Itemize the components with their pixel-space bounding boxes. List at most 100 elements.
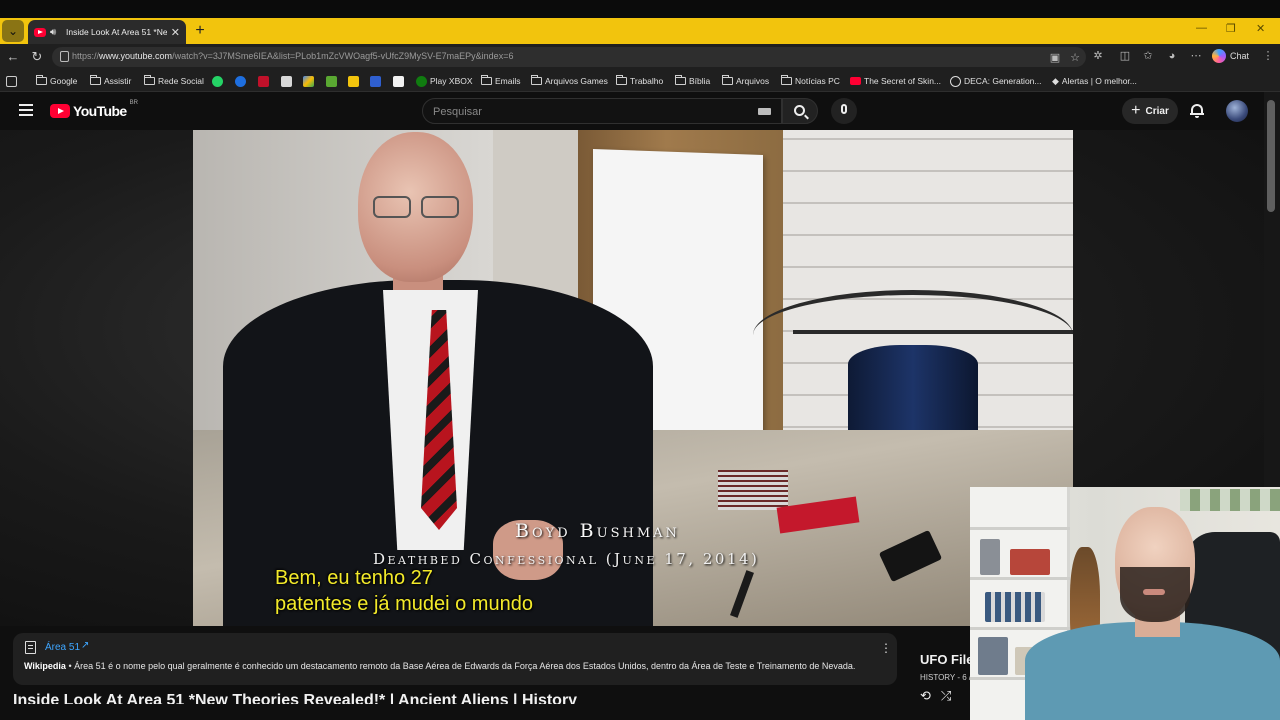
youtube-logo[interactable]: YouTube BR bbox=[50, 100, 138, 119]
black-app-icon[interactable] bbox=[393, 74, 404, 88]
folder-icon bbox=[481, 75, 492, 85]
red-app-icon[interactable] bbox=[258, 74, 269, 88]
plus-icon: + bbox=[1131, 102, 1141, 119]
caption-line-2: patentes e já mudei o mundo bbox=[275, 593, 533, 615]
search-icon bbox=[794, 105, 805, 116]
search-input[interactable] bbox=[433, 105, 753, 119]
region-code: BR bbox=[129, 100, 138, 106]
window-close-icon[interactable]: ✕ bbox=[1256, 22, 1265, 35]
address-bar: ← ↻ https://www.youtube.com/watch?v=3J7M… bbox=[0, 44, 1280, 70]
video-title: Inside Look At Area 51 *New Theories Rev… bbox=[13, 692, 578, 704]
search-button[interactable] bbox=[782, 98, 818, 124]
tab-search-button[interactable]: ⌄ bbox=[2, 20, 24, 42]
bookmark-noticias-pc[interactable]: Notícias PC bbox=[781, 74, 840, 88]
split-screen-icon[interactable]: ◫ bbox=[1117, 48, 1133, 64]
info-panel-text: Wikipedia • Área 51 é o nome pelo qual g… bbox=[24, 661, 856, 671]
avatar[interactable] bbox=[1226, 100, 1248, 122]
search-box bbox=[422, 98, 782, 124]
speaker-icon[interactable]: 🔊︎ bbox=[50, 27, 62, 38]
bookmark-trabalho[interactable]: Trabalho bbox=[616, 74, 663, 88]
extensions-icon[interactable]: ✲ bbox=[1090, 48, 1106, 64]
favorite-star-icon[interactable]: ☆ bbox=[1068, 51, 1082, 65]
bookmark-assistir[interactable]: Assistir bbox=[90, 74, 131, 88]
yellow-app-icon[interactable] bbox=[348, 74, 359, 88]
bookmark-secret-of-skin[interactable]: The Secret of Skin... bbox=[850, 74, 941, 88]
youtube-play-icon bbox=[50, 104, 70, 118]
menu-icon[interactable] bbox=[19, 104, 33, 116]
blue-app-icon[interactable] bbox=[370, 74, 381, 88]
loop-icon[interactable]: ⟲ bbox=[920, 688, 941, 703]
folder-icon bbox=[781, 75, 792, 85]
new-tab-button[interactable]: + bbox=[190, 21, 210, 41]
favorites-icon[interactable]: ✩ bbox=[1140, 48, 1156, 64]
bookmark-biblia[interactable]: Bíblia bbox=[675, 74, 710, 88]
bookmark-play-xbox[interactable]: Play XBOX bbox=[416, 74, 473, 88]
xbox-icon bbox=[416, 75, 427, 87]
os-top-bar bbox=[0, 0, 1280, 18]
video-lower-third-name: Boyd Bushman bbox=[515, 520, 680, 542]
whatsapp-icon[interactable] bbox=[212, 74, 223, 88]
folder-icon bbox=[531, 75, 542, 85]
webcam-overlay bbox=[970, 487, 1280, 720]
caption-line-1: Bem, eu tenho 27 bbox=[275, 567, 433, 589]
playlist-title[interactable]: UFO File bbox=[920, 652, 973, 667]
restore-icon[interactable]: ❐ bbox=[1226, 22, 1236, 35]
folder-icon bbox=[90, 75, 101, 85]
bookmark-deca[interactable]: DECA: Generation... bbox=[950, 74, 1041, 88]
bookmark-rede-social[interactable]: Rede Social bbox=[144, 74, 204, 88]
video-player[interactable]: Boyd Bushman Deathbed Confessional (June… bbox=[193, 130, 1073, 626]
video-captions: Bem, eu tenho 27 patentes e já mudei o m… bbox=[275, 565, 533, 617]
scrollbar-thumb[interactable] bbox=[1267, 100, 1275, 212]
green-app-icon[interactable] bbox=[326, 74, 337, 88]
create-label: Criar bbox=[1145, 105, 1169, 117]
folder-icon bbox=[675, 75, 686, 85]
close-tab-icon[interactable]: ✕ bbox=[171, 26, 180, 39]
info-panel: Área 51 ↗ Wikipedia • Área 51 é o nome p… bbox=[13, 633, 897, 685]
sidebar-more-icon[interactable]: ⋮ bbox=[1260, 48, 1276, 64]
youtube-icon bbox=[850, 77, 861, 85]
url-text: https://www.youtube.com/watch?v=3J7MSme6… bbox=[72, 51, 514, 61]
tab-title: Inside Look At Area 51 *New bbox=[66, 27, 167, 37]
url-field[interactable]: https://www.youtube.com/watch?v=3J7MSme6… bbox=[52, 47, 1086, 67]
tab-active[interactable]: 🔊︎ Inside Look At Area 51 *New ✕ bbox=[28, 20, 186, 44]
app-install-icon[interactable]: ▣ bbox=[1048, 51, 1062, 65]
grey-app-icon[interactable] bbox=[281, 74, 292, 88]
bookmark-alertas[interactable]: ◆ Alertas | O melhor... bbox=[1052, 74, 1137, 88]
info-panel-title[interactable]: Área 51 bbox=[45, 642, 80, 653]
globe-icon bbox=[950, 75, 961, 87]
folder-icon bbox=[722, 75, 733, 85]
folder-icon bbox=[616, 75, 627, 85]
shuffle-icon[interactable]: ⤮ bbox=[941, 688, 961, 703]
microphone-icon bbox=[841, 104, 847, 114]
profile-icon[interactable]: ◕ bbox=[1164, 48, 1180, 64]
chat-label: Chat bbox=[1230, 51, 1250, 61]
copilot-icon bbox=[1212, 49, 1226, 63]
more-vertical-icon[interactable]: ⋮ bbox=[880, 641, 892, 655]
folder-icon bbox=[36, 75, 47, 85]
document-icon bbox=[25, 641, 36, 654]
messenger-icon[interactable] bbox=[235, 74, 246, 88]
bookmarks-bar: Google Assistir Rede Social Play XBOX Em… bbox=[0, 70, 1280, 92]
alert-icon: ◆ bbox=[1052, 75, 1059, 86]
minimize-icon[interactable]: — bbox=[1196, 22, 1207, 34]
playlist-controls: ⟲⤮ bbox=[920, 688, 961, 704]
reading-list-icon[interactable] bbox=[6, 74, 17, 88]
bookmark-arquivos-games[interactable]: Arquivos Games bbox=[531, 74, 608, 88]
tab-strip: ⌄ 🔊︎ Inside Look At Area 51 *New ✕ + — ❐… bbox=[0, 18, 1280, 44]
reload-icon[interactable]: ↻ bbox=[28, 48, 46, 66]
voice-search-button[interactable] bbox=[831, 98, 857, 124]
bookmark-arquivos[interactable]: Arquivos bbox=[722, 74, 769, 88]
create-button[interactable]: + Criar bbox=[1122, 98, 1178, 124]
playlist-subtitle: HISTORY - 6 / bbox=[920, 673, 972, 682]
keyboard-icon[interactable] bbox=[758, 108, 771, 115]
bookmark-google[interactable]: Google bbox=[36, 74, 77, 88]
folder-icon bbox=[144, 75, 155, 85]
site-info-icon[interactable] bbox=[60, 51, 69, 62]
chat-button[interactable]: Chat bbox=[1212, 47, 1249, 65]
external-link-icon[interactable]: ↗ bbox=[81, 640, 89, 651]
bookmark-emails[interactable]: Emails bbox=[481, 74, 521, 88]
colorful-app-icon[interactable] bbox=[303, 74, 314, 88]
more-options-icon[interactable]: ⋯ bbox=[1188, 48, 1204, 64]
back-arrow-icon[interactable]: ← bbox=[4, 48, 22, 66]
notifications-bell-icon[interactable] bbox=[1190, 103, 1204, 118]
